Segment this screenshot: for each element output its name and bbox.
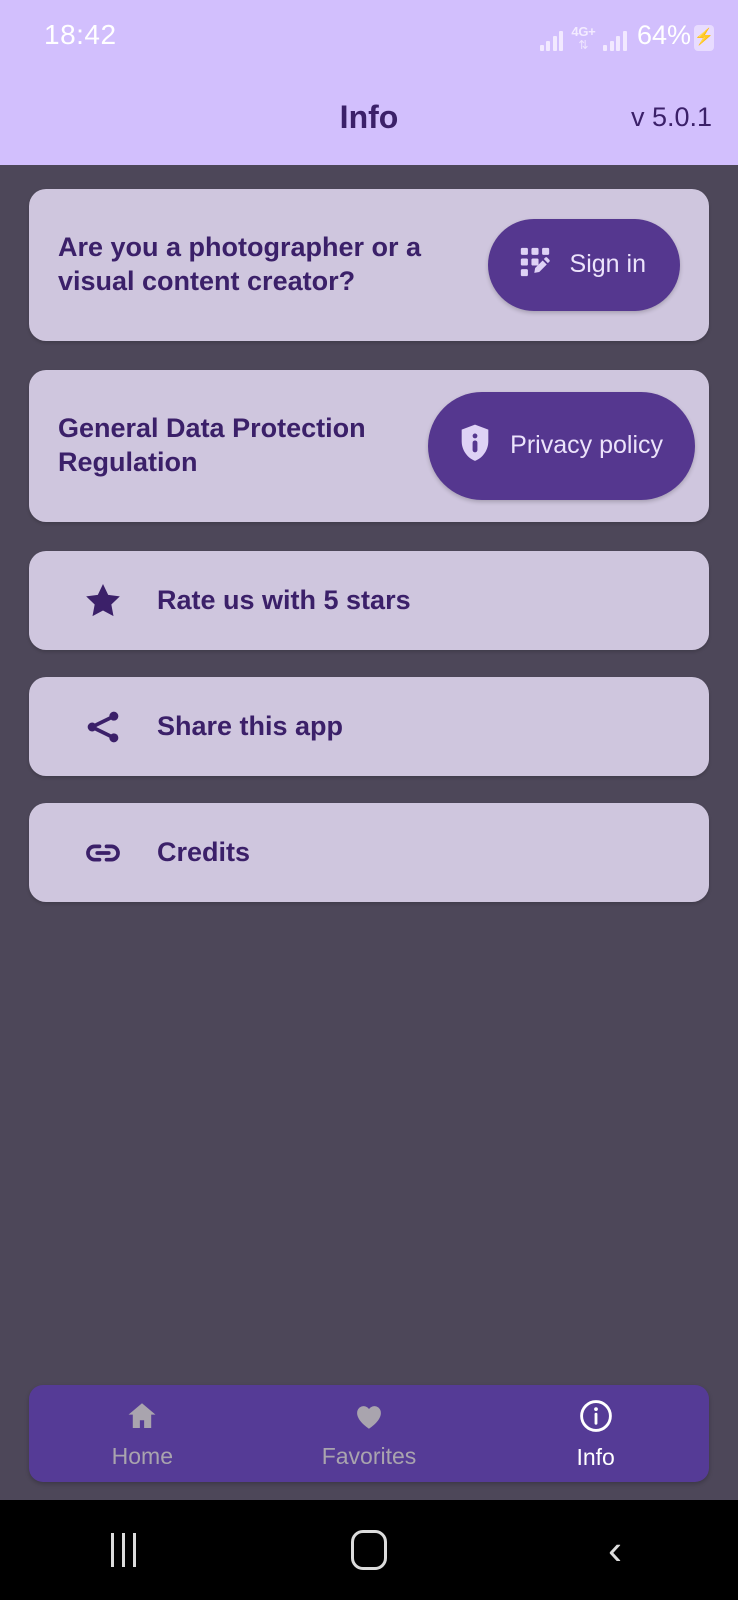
battery-charging-icon: ⚡ — [694, 24, 714, 51]
card-photographer-text: Are you a photographer or a visual conte… — [58, 232, 422, 296]
recents-icon[interactable] — [0, 1533, 246, 1567]
nav-tab-info-label: Info — [576, 1444, 615, 1470]
bottom-navigation: Home Favorites Info — [29, 1385, 709, 1482]
signal-bars-icon-2 — [603, 29, 627, 51]
page-title: Info — [339, 99, 399, 135]
list-item-share[interactable]: Share this app — [29, 677, 709, 776]
bolt-glyph: ⚡ — [694, 28, 714, 46]
nav-tab-info[interactable]: Info — [482, 1385, 709, 1482]
phone-screen: 18:42 4G+ ⇅ 64% ⚡ Info v 5.0.1 Are you a… — [0, 0, 738, 1600]
status-bar-indicators: 4G+ ⇅ 64% ⚡ — [539, 19, 714, 51]
card-gdpr: General Data Protection Regulation Priva… — [29, 370, 709, 522]
list-item-credits[interactable]: Credits — [29, 803, 709, 902]
nav-tab-home-label: Home — [111, 1443, 174, 1469]
android-system-nav: ‹ — [0, 1500, 738, 1600]
list-item-rate-label: Rate us with 5 stars — [157, 585, 411, 615]
star-icon — [81, 581, 125, 621]
sign-in-button-label: Sign in — [569, 250, 646, 279]
list-item-credits-label: Credits — [157, 837, 251, 867]
signal-bars-icon — [539, 29, 564, 51]
grid-edit-icon — [518, 245, 552, 286]
info-circle-icon — [578, 1398, 614, 1439]
share-icon — [81, 707, 125, 747]
nav-tab-favorites[interactable]: Favorites — [256, 1385, 483, 1482]
app-version-label: v 5.0.1 — [630, 102, 712, 132]
home-square-icon[interactable] — [246, 1530, 492, 1570]
status-bar-clock: 18:42 — [44, 19, 117, 50]
list-item-share-label: Share this app — [157, 711, 344, 741]
heart-icon — [352, 1399, 386, 1438]
link-icon — [81, 832, 125, 874]
sign-in-button[interactable]: Sign in — [487, 219, 680, 311]
data-arrows-icon: ⇅ — [578, 37, 589, 52]
privacy-policy-button[interactable]: Privacy policy — [428, 392, 695, 500]
app-bar: Info v 5.0.1 — [0, 70, 738, 165]
card-photographer-signin: Are you a photographer or a visual conte… — [29, 189, 709, 341]
battery-percent-label: 64% — [636, 19, 691, 50]
back-chevron-icon[interactable]: ‹ — [492, 1529, 738, 1571]
card-gdpr-text: General Data Protection Regulation — [58, 413, 366, 477]
privacy-policy-button-label: Privacy policy — [510, 431, 663, 460]
home-icon — [125, 1399, 159, 1438]
main-content: Are you a photographer or a visual conte… — [0, 165, 738, 1385]
network-type-label: 4G+ — [571, 23, 596, 39]
shield-info-icon — [458, 423, 492, 470]
list-item-rate[interactable]: Rate us with 5 stars — [29, 551, 709, 650]
network-type-indicator: 4G+ ⇅ — [571, 25, 595, 51]
nav-tab-home[interactable]: Home — [29, 1385, 256, 1482]
status-bar: 18:42 4G+ ⇅ 64% ⚡ — [0, 0, 738, 70]
nav-tab-favorites-label: Favorites — [321, 1443, 417, 1469]
